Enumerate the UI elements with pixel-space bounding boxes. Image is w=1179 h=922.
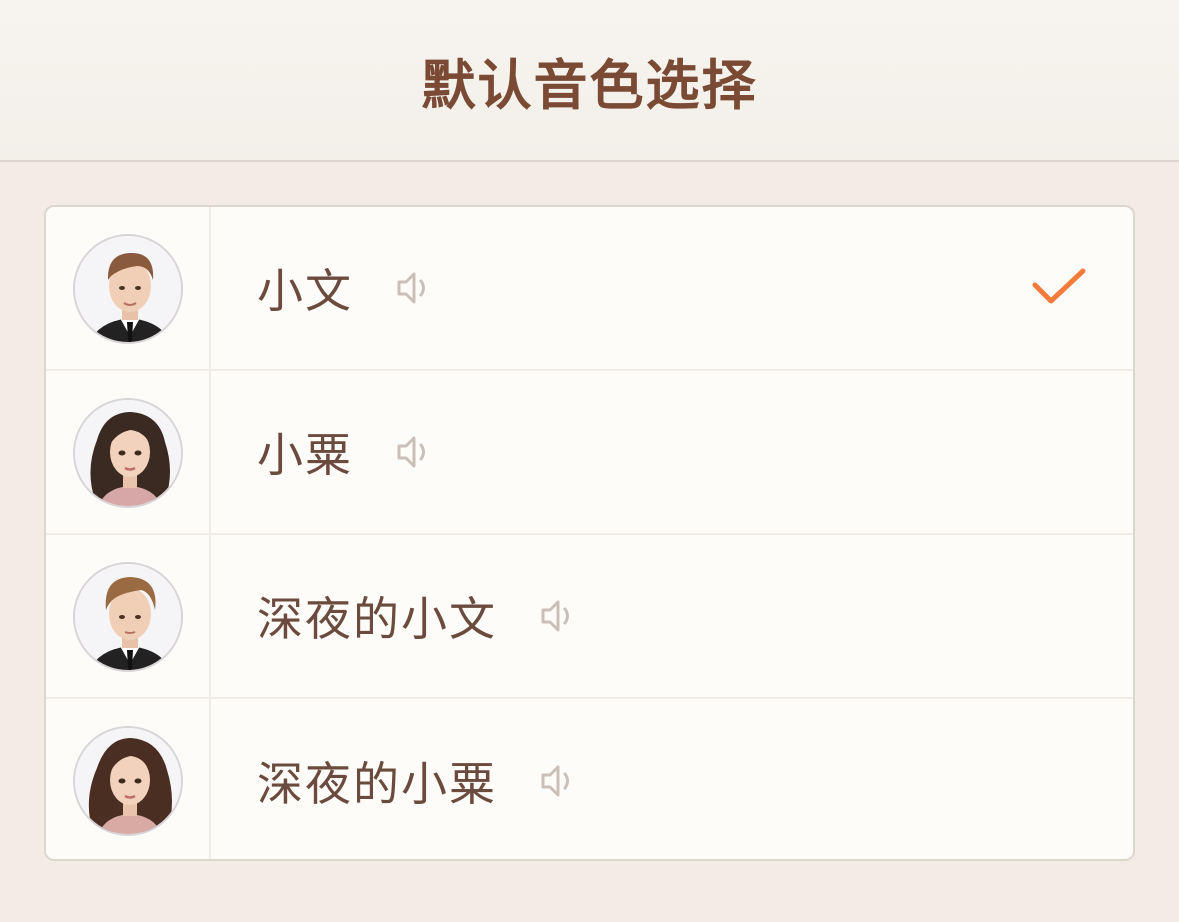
voice-option-xiaowen[interactable]: 小文 xyxy=(46,207,1133,371)
voice-name: 小粟 xyxy=(257,428,353,482)
speaker-icon[interactable] xyxy=(395,269,433,307)
voice-name: 深夜的小文 xyxy=(257,592,497,646)
voice-name: 深夜的小粟 xyxy=(257,757,497,811)
female-avatar-icon xyxy=(73,398,183,508)
female-avatar-icon xyxy=(73,726,183,836)
speaker-icon[interactable] xyxy=(539,762,577,800)
voice-option-late-night-xiaosu[interactable]: 深夜的小粟 xyxy=(46,699,1133,859)
speaker-icon[interactable] xyxy=(395,433,433,471)
male-avatar-icon xyxy=(73,234,183,344)
voice-name: 小文 xyxy=(257,264,353,318)
page-title: 默认音色选择 xyxy=(421,53,758,117)
voice-option-late-night-xiaowen[interactable]: 深夜的小文 xyxy=(46,535,1133,699)
speaker-icon[interactable] xyxy=(539,597,577,635)
page-header: 默认音色选择 xyxy=(0,0,1179,162)
male-avatar-icon xyxy=(73,562,183,672)
voice-option-xiaosu[interactable]: 小粟 xyxy=(46,371,1133,535)
checkmark-icon xyxy=(1031,265,1089,309)
voice-list: 小文 小粟 深夜的小文 深夜的小粟 xyxy=(44,205,1135,861)
